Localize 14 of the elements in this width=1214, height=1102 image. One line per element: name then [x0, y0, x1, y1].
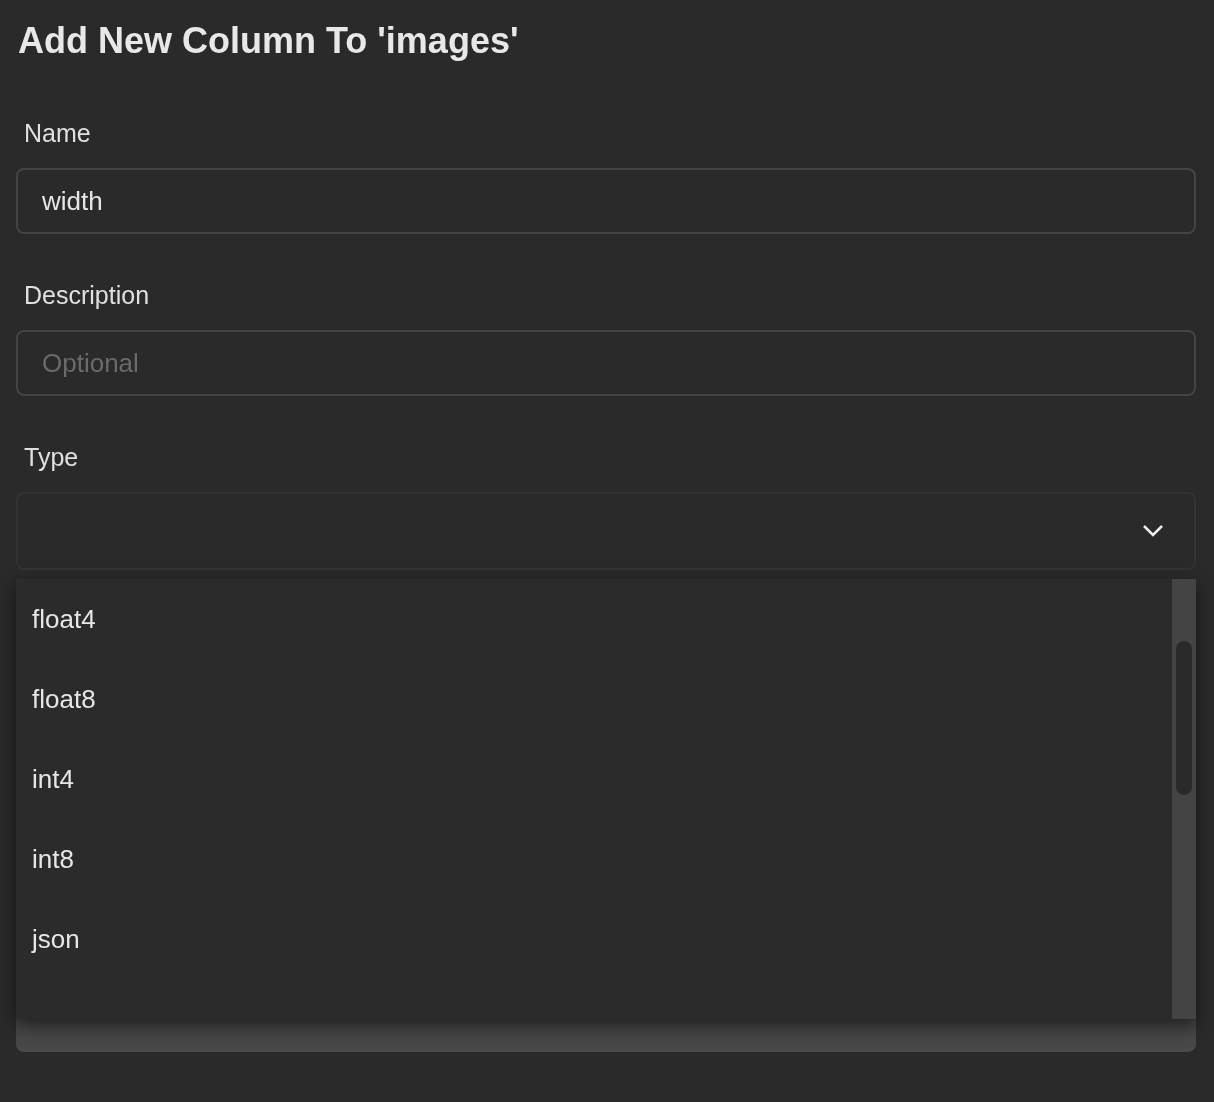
- type-select[interactable]: [16, 492, 1196, 570]
- text-field[interactable]: width: [16, 168, 1196, 234]
- text-field[interactable]: Optional: [16, 330, 1196, 396]
- chevron-down-icon: [1142, 524, 1164, 538]
- dropdown-option[interactable]: int4: [16, 739, 1172, 819]
- dropdown-option[interactable]: float8: [16, 659, 1172, 739]
- field-label: Type: [24, 442, 80, 472]
- dropdown-option[interactable]: float4: [16, 579, 1172, 659]
- dropdown-option[interactable]: json: [16, 899, 1172, 979]
- field-label: Description: [24, 280, 151, 310]
- dialog-title: Add New Column To 'images': [18, 19, 520, 63]
- dropdown-option[interactable]: int8: [16, 819, 1172, 899]
- scrollbar-thumb[interactable]: [1176, 641, 1192, 795]
- field-label: Name: [24, 118, 92, 148]
